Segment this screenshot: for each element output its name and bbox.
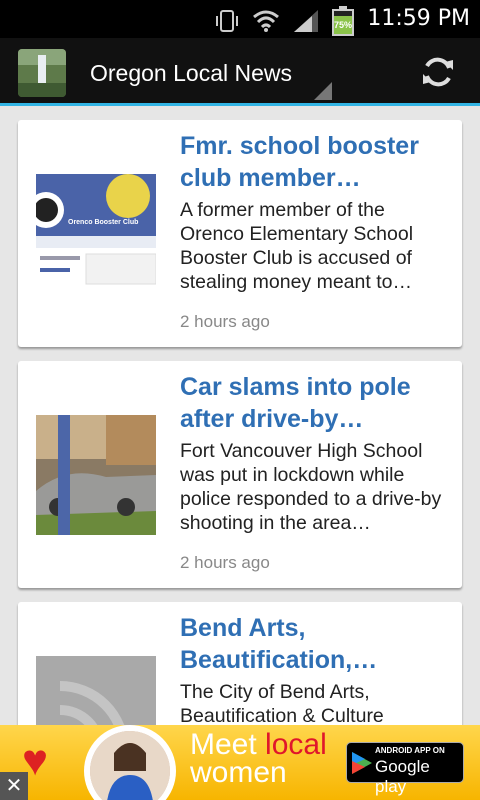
article-summary: A former member of the Orenco Elementary… xyxy=(180,199,414,293)
article-thumbnail xyxy=(36,415,156,535)
dropdown-indicator-icon xyxy=(314,82,332,100)
battery-icon: 75% xyxy=(332,6,354,36)
google-play-caption: ANDROID APP ON xyxy=(375,746,445,755)
article-thumbnail: Orenco Booster Club xyxy=(36,174,156,294)
article-time: 2 hours ago xyxy=(180,553,270,572)
app-title[interactable]: Oregon Local News xyxy=(90,60,292,87)
status-time: 11:59 PM xyxy=(367,6,470,31)
signal-icon xyxy=(294,10,318,32)
article-summary: The City of Bend Arts, Beautification & … xyxy=(180,681,384,725)
article-card[interactable]: Orenco Booster Club Fmr. school booster … xyxy=(18,120,462,347)
ad-text-women: women xyxy=(190,756,287,789)
battery-level: 75% xyxy=(333,20,352,30)
article-headline[interactable]: Bend Arts, Beautification,… xyxy=(180,612,448,676)
article-card[interactable]: Bend Arts, Beautification,… The City of … xyxy=(18,602,462,725)
article-thumbnail xyxy=(36,656,156,725)
refresh-icon[interactable] xyxy=(420,54,456,90)
article-time: 2 hours ago xyxy=(180,312,270,331)
status-icons: 75% xyxy=(214,6,354,36)
thumbnail-caption: Orenco Booster Club xyxy=(68,219,139,226)
ad-headline: Meet local women xyxy=(190,730,327,789)
close-ad-button[interactable]: ✕ xyxy=(0,772,28,800)
article-headline[interactable]: Fmr. school booster club member… xyxy=(180,130,448,194)
news-feed[interactable]: Orenco Booster Club Fmr. school booster … xyxy=(0,109,480,725)
app-icon[interactable] xyxy=(18,49,66,97)
wifi-icon xyxy=(253,10,279,32)
vibrate-icon xyxy=(216,10,238,32)
article-summary: Fort Vancouver High School was put in lo… xyxy=(180,440,442,534)
article-headline[interactable]: Car slams into pole after drive-by… xyxy=(180,371,448,435)
google-play-label: Google play xyxy=(375,757,430,796)
play-store-icon xyxy=(352,752,372,774)
status-bar: 75% 11:59 PM xyxy=(0,0,480,38)
google-play-badge[interactable]: ANDROID APP ON Google play xyxy=(346,742,464,796)
article-card[interactable]: Car slams into pole after drive-by… Fort… xyxy=(18,361,462,588)
ad-banner[interactable]: ♥ Meet local women ANDROID APP ON Google… xyxy=(0,725,480,800)
action-bar: Oregon Local News xyxy=(0,38,480,106)
